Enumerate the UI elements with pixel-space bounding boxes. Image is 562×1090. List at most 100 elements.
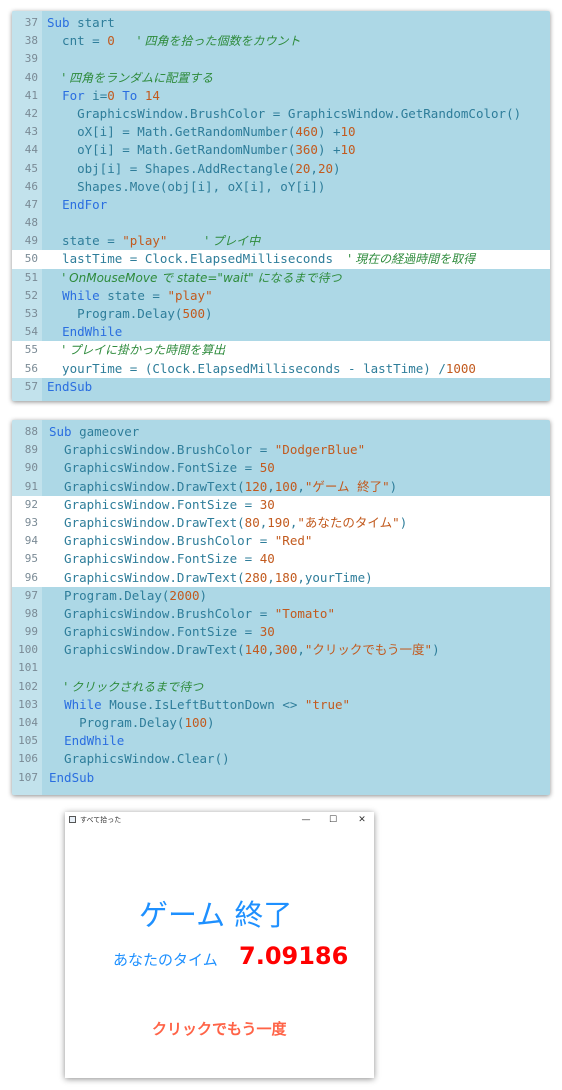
code-token: ' OnMouseMove で state="wait" になるまで待つ (62, 270, 342, 285)
code-token: Program.Delay( (49, 715, 185, 730)
line-number: 96 (24, 570, 38, 584)
code-line: 102 ' クリックされるまで待つ (12, 678, 550, 696)
code-line: 98 GraphicsWindow.BrushColor = "Tomato" (12, 605, 550, 623)
code-text: Sub gameover (49, 423, 550, 441)
code-text: EndFor (47, 196, 550, 214)
code-token: GraphicsWindow.DrawText( (49, 478, 245, 494)
code-token: While (62, 287, 100, 303)
close-button[interactable]: ✕ (354, 812, 370, 828)
code-token: 30 (259, 496, 275, 512)
code-token: GraphicsWindow.FontSize = (49, 460, 260, 476)
code-token: Mouse.IsLeftButtonDown <> (101, 696, 305, 712)
code-lines: 88 Sub gameover 89 GraphicsWindow.BrushCol… (12, 423, 550, 787)
line-number: 54 (24, 325, 38, 339)
code-token: GraphicsWindow.DrawText( (49, 642, 245, 658)
code-text: Program.Delay(100) (49, 714, 550, 732)
code-token: ' 四角をランダムに配置する (62, 70, 214, 85)
window-titlebar[interactable]: すべて拾った — ☐ ✕ (65, 812, 374, 828)
code-text: GraphicsWindow.FontSize = 50 (49, 459, 550, 477)
code-text: state = "play" ' プレイ中 (47, 232, 550, 250)
code-panel-gameover: 88 Sub gameover 89 GraphicsWindow.BrushCol… (12, 420, 550, 795)
code-token: For (62, 87, 85, 103)
code-token: "true" (304, 696, 351, 712)
code-line: 44 oY[i] = Math.GetRandomNumber(360) +10 (12, 141, 550, 159)
code-token: ' 四角を拾った個数をカウント (137, 34, 301, 49)
code-token: ) + (317, 142, 341, 158)
line-number: 103 (18, 697, 38, 711)
code-line: 53 Program.Delay(500) (12, 305, 550, 323)
code-line: 88 Sub gameover (12, 423, 550, 441)
code-line: 37 Sub start (12, 14, 550, 32)
maximize-button[interactable]: ☐ (325, 812, 341, 828)
code-line: 38 cnt = 0 ' 四角を拾った個数をカウント (12, 32, 550, 50)
line-number: 57 (24, 379, 38, 393)
code-token: GraphicsWindow.FontSize = (49, 551, 260, 567)
code-text: GraphicsWindow.DrawText(80,190,"あなたのタイム"… (49, 514, 550, 532)
code-token: 80 (244, 514, 260, 530)
code-token: Sub (49, 424, 72, 439)
code-line: 92 GraphicsWindow.FontSize = 30 (12, 495, 550, 514)
code-token: ) (333, 160, 341, 176)
code-token: 2000 (169, 587, 200, 603)
code-line: 103 While Mouse.IsLeftButtonDown <> "tru… (12, 696, 550, 714)
code-line: 50 lastTime = Clock.ElapsedMilliseconds … (12, 250, 550, 269)
code-line: 51 ' OnMouseMove で state="wait" になるまで待つ (12, 269, 550, 287)
code-line: 89 GraphicsWindow.BrushColor = "DodgerBl… (12, 441, 550, 459)
minimize-button[interactable]: — (298, 812, 314, 828)
code-token: "DodgerBlue" (274, 442, 366, 458)
code-text: Shapes.Move(obj[i], oX[i], oY[i]) (47, 178, 550, 196)
code-token: ' プレイに掛かった時間を算出 (62, 343, 226, 358)
code-line: 47 EndFor (12, 196, 550, 214)
line-number: 56 (24, 361, 38, 375)
code-token: 280 (244, 569, 268, 585)
code-token: ' クリックされるまで待つ (64, 679, 204, 694)
code-text: GraphicsWindow.DrawText(140,300,"クリックでもう… (49, 641, 550, 659)
code-token: ,yourTime) (297, 569, 373, 585)
code-token: GraphicsWindow.BrushColor = (49, 533, 275, 549)
code-token: start (69, 15, 115, 30)
line-number: 88 (24, 425, 38, 438)
code-token: ' プレイ中 (205, 234, 261, 249)
code-line: 100 GraphicsWindow.DrawText(140,300,"クリッ… (12, 641, 550, 659)
code-token: Shapes.Move(obj[i], oX[i], oY[i]) (47, 178, 326, 194)
line-number: 94 (24, 534, 38, 548)
code-token: 0 (107, 33, 115, 49)
line-number: 40 (24, 70, 38, 84)
line-number: 39 (24, 52, 38, 66)
code-token: 100 (274, 478, 298, 494)
code-text: ' プレイに掛かった時間を算出 (47, 341, 550, 359)
code-token: "あなたのタイム" (297, 514, 400, 530)
click-again-text[interactable]: クリックでもう一度 (152, 1018, 287, 1039)
code-text: yourTime = (Clock.ElapsedMilliseconds - … (47, 360, 550, 378)
code-line: 54 EndWhile (12, 323, 550, 341)
code-panel-start: 37 Sub start 38 cnt = 0 ' 四角を拾った個数をカウント 39 4… (12, 11, 550, 401)
code-token: 20 (295, 160, 311, 176)
code-token: Program.Delay( (49, 587, 170, 603)
code-token: cnt = (47, 33, 108, 49)
code-line: 107 EndSub (12, 769, 550, 787)
code-text: While state = "play" (47, 287, 550, 305)
code-token: GraphicsWindow.FontSize = (49, 496, 260, 512)
line-number: 91 (24, 479, 38, 493)
line-number: 97 (24, 588, 38, 602)
line-number: 106 (18, 752, 38, 766)
code-line: 42 GraphicsWindow.BrushColor = GraphicsW… (12, 105, 550, 123)
code-text: lastTime = Clock.ElapsedMilliseconds ' 現… (47, 250, 550, 268)
code-token: 1000 (445, 360, 476, 376)
code-token: 140 (244, 642, 268, 658)
code-token: "play" (122, 233, 168, 249)
code-token: 460 (295, 124, 318, 140)
line-number: 45 (24, 161, 38, 175)
code-token: ) (207, 715, 215, 730)
line-number: 43 (24, 125, 38, 139)
code-token: GraphicsWindow.DrawText( (49, 569, 245, 585)
code-token: GraphicsWindow.BrushColor = GraphicsWind… (47, 105, 522, 121)
code-token: GraphicsWindow.BrushColor = (49, 605, 275, 621)
code-token: "Red" (274, 533, 313, 549)
code-token: 14 (144, 87, 160, 103)
